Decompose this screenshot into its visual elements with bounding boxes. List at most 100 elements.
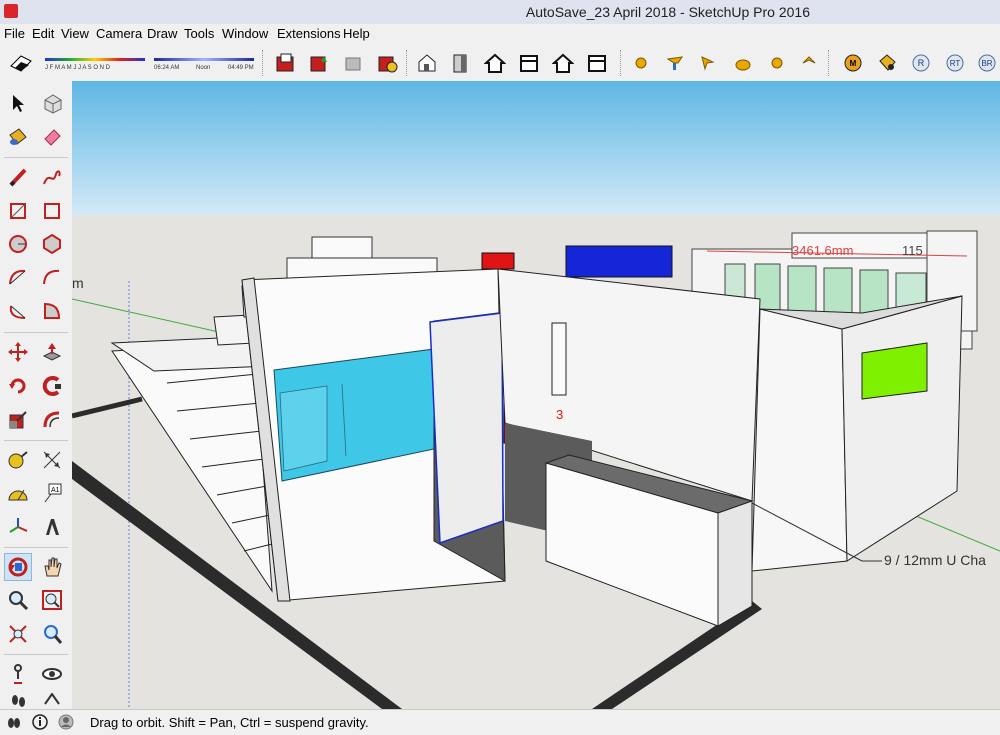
menu-window[interactable]: Window [222, 26, 268, 41]
sandbox-drape-icon[interactable] [694, 50, 720, 76]
freehand-icon[interactable] [38, 163, 66, 191]
svg-text:A1: A1 [51, 487, 60, 494]
shadow-time-mid: Noon [196, 65, 211, 71]
make-component-icon[interactable] [38, 89, 66, 117]
move-icon[interactable] [4, 338, 32, 366]
axes-icon[interactable] [4, 513, 32, 541]
menu-extensions[interactable]: Extensions [277, 26, 341, 41]
menu-bar: File Edit View Camera Draw Tools Window … [0, 24, 1000, 44]
shadow-time-start: 06:24 AM [154, 65, 180, 71]
rectangle-icon[interactable] [4, 197, 32, 225]
3d-text-icon[interactable] [38, 513, 66, 541]
right-view-icon[interactable] [516, 50, 542, 76]
back-view-icon[interactable] [550, 50, 576, 76]
menu-tools[interactable]: Tools [184, 26, 214, 41]
scale-icon[interactable] [4, 406, 32, 434]
position-camera-icon[interactable] [4, 660, 32, 688]
orbit-icon[interactable] [4, 553, 32, 581]
model-viewport[interactable]: 9 / 12mm U Cha 3461.6mm 115 m 3 [72, 81, 1000, 709]
pan-hand-icon[interactable] [38, 553, 66, 581]
zoom-window-icon[interactable] [38, 586, 66, 614]
main-toolbar: J F M A M J J A S O N D 06:24 AM Noon 04… [0, 44, 1000, 82]
sandbox-stamp-icon[interactable] [662, 50, 688, 76]
walk-icon[interactable] [4, 693, 32, 709]
shadow-time-end: 04:49 PM [228, 65, 254, 71]
select-arrow-icon[interactable] [4, 89, 32, 117]
text-tool-icon[interactable]: A1 [38, 479, 66, 507]
red-top-block [481, 252, 515, 270]
sandbox-dot-icon[interactable] [628, 50, 654, 76]
front-view-icon[interactable] [482, 50, 508, 76]
plugin-m-icon[interactable]: M [840, 50, 866, 76]
left-view-icon[interactable] [584, 50, 610, 76]
user-account-icon[interactable] [58, 714, 74, 730]
info-icon[interactable] [32, 714, 48, 730]
title-bar: AutoSave_23 April 2018 - SketchUp Pro 20… [0, 0, 1000, 24]
sandbox-detail-icon[interactable] [764, 50, 790, 76]
axis-label-red: 3 [556, 407, 564, 422]
share-model-icon[interactable] [306, 50, 332, 76]
plugin-r-label: R [917, 58, 925, 68]
plugin-rt-icon[interactable]: RT [942, 50, 968, 76]
green-panel [861, 342, 928, 400]
offset-icon[interactable] [38, 406, 66, 434]
toolbar-separator [4, 440, 68, 441]
toolbar-separator [4, 547, 68, 548]
pie-icon[interactable] [38, 297, 66, 325]
shadow-time-slider[interactable]: 06:24 AM Noon 04:49 PM [154, 50, 254, 76]
zoom-extents-icon[interactable] [4, 620, 32, 648]
rotate-icon[interactable] [4, 372, 32, 400]
two-point-arc-icon[interactable] [38, 264, 66, 292]
warehouse-icon[interactable] [272, 50, 298, 76]
previous-view-icon[interactable] [38, 620, 66, 648]
sandbox-smoove-icon[interactable] [730, 50, 756, 76]
look-around-icon[interactable] [38, 660, 66, 688]
right-section-wall [751, 308, 848, 572]
cabinet-side [717, 500, 753, 627]
push-pull-icon[interactable] [38, 338, 66, 366]
shadows-toggle-icon[interactable] [8, 50, 34, 76]
plugin-m-label: M [849, 58, 857, 68]
status-bar: Drag to orbit. Shift = Pan, Ctrl = suspe… [0, 709, 1000, 735]
follow-me-icon[interactable] [38, 372, 66, 400]
zoom-icon[interactable] [4, 586, 32, 614]
shadow-month-slider[interactable]: J F M A M J J A S O N D [45, 50, 145, 76]
shadow-months-label: J F M A M J J A S O N D [45, 65, 111, 71]
callout-label[interactable]: 9 / 12mm U Cha [884, 552, 986, 568]
toolbar-separator [828, 50, 831, 76]
tape-measure-icon[interactable] [4, 446, 32, 474]
paint-bucket-icon[interactable] [4, 122, 32, 150]
plugin-br-label: BR [981, 58, 993, 68]
toolbar-separator [406, 50, 409, 76]
plugin-r-icon[interactable]: R [908, 50, 934, 76]
geo-location-icon[interactable] [6, 714, 22, 730]
circle-icon[interactable] [4, 230, 32, 258]
polygon-icon[interactable] [38, 230, 66, 258]
line-pencil-icon[interactable] [4, 163, 32, 191]
axis-label: m [72, 275, 84, 291]
iso-view-icon[interactable] [414, 50, 440, 76]
section-plane-icon[interactable] [38, 693, 66, 709]
protractor-icon[interactable] [4, 479, 32, 507]
menu-file[interactable]: File [4, 26, 25, 41]
rotated-rectangle-icon[interactable] [38, 197, 66, 225]
top-view-icon[interactable] [448, 50, 474, 76]
arc-icon[interactable] [4, 264, 32, 292]
sandbox-flip-icon[interactable] [796, 50, 822, 76]
share-component-icon[interactable] [340, 50, 366, 76]
menu-help[interactable]: Help [343, 26, 370, 41]
extension-warehouse-icon[interactable] [374, 50, 400, 76]
three-point-arc-icon[interactable] [4, 297, 32, 325]
menu-camera[interactable]: Camera [96, 26, 142, 41]
plugin-br-icon[interactable]: BR [974, 50, 1000, 76]
dimension-label[interactable]: 3461.6mm [792, 243, 853, 258]
eraser-icon[interactable] [38, 122, 66, 150]
menu-draw[interactable]: Draw [147, 26, 177, 41]
dimension-icon[interactable] [38, 446, 66, 474]
dimension-label-secondary[interactable]: 115 [902, 243, 923, 258]
inner-wall [551, 322, 567, 396]
plugin-rt-label: RT [949, 58, 961, 68]
plugin-tag-icon[interactable] [874, 50, 900, 76]
menu-view[interactable]: View [61, 26, 89, 41]
menu-edit[interactable]: Edit [32, 26, 54, 41]
